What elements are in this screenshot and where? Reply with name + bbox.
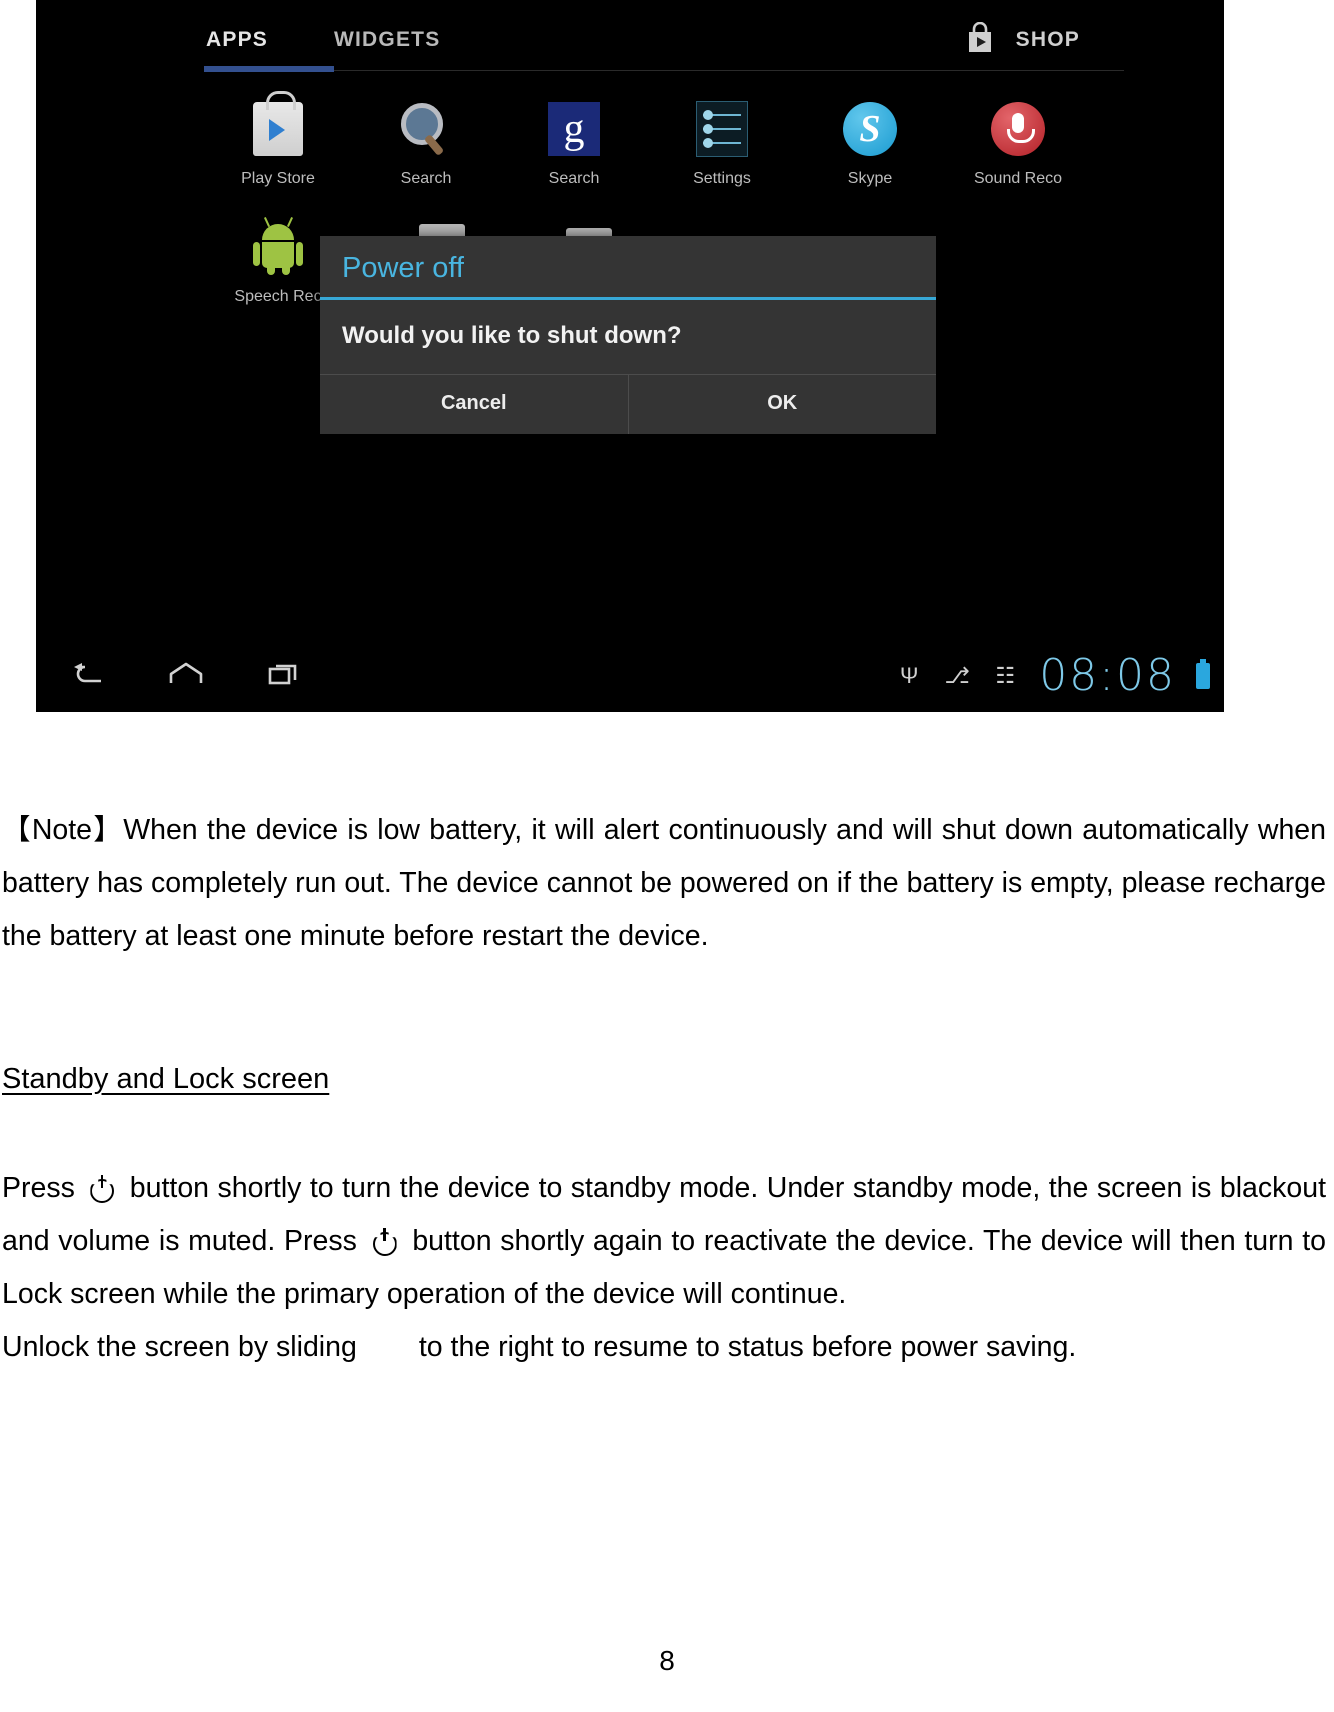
home-button[interactable] <box>164 652 208 696</box>
back-button[interactable] <box>66 652 110 696</box>
page-section-heading: Standby and Lock screen <box>2 1063 330 1095</box>
app-settings[interactable]: Settings <box>648 92 796 210</box>
unlock-paragraph: Unlock the screen by sliding to the right… <box>0 1321 1334 1374</box>
standby-text-1: Press <box>2 1172 75 1204</box>
app-label: Search <box>400 170 452 187</box>
app-search-magnifier[interactable]: Search <box>352 92 500 210</box>
settings-sliders-icon <box>691 98 753 160</box>
app-label: Sound Reco <box>973 170 1063 187</box>
dialog-title: Power off <box>342 252 464 284</box>
tab-widgets[interactable]: WIDGETS <box>334 28 440 52</box>
app-sound-recorder[interactable]: Sound Reco <box>944 92 1092 210</box>
system-bar: Ψ ⎇ ☷ 08:08 <box>36 644 1224 712</box>
google-search-icon: g <box>543 98 605 160</box>
battery-charging-icon[interactable] <box>1196 658 1210 689</box>
app-play-store[interactable]: Play Store <box>204 91 352 210</box>
status-icons: Ψ ⎇ ☷ 08:08 <box>895 650 1210 701</box>
app-search-google[interactable]: g Search <box>500 92 648 210</box>
unlock-text-1: Unlock the screen by sliding <box>2 1331 357 1363</box>
shop-bag-icon[interactable] <box>966 21 994 54</box>
note-paragraph: 【Note】When the device is low battery, it… <box>0 804 1334 963</box>
android-robot-icon <box>247 216 309 278</box>
app-drawer-tabbar: APPS WIDGETS SHOP <box>36 0 1224 78</box>
app-label: Play Store <box>241 170 315 187</box>
tab-apps[interactable]: APPS <box>206 28 268 52</box>
notification-icon[interactable]: ☷ <box>991 659 1019 693</box>
page-number: 8 <box>659 1645 675 1676</box>
app-label: Speech Rec <box>234 288 322 305</box>
power-button-icon <box>372 1228 398 1254</box>
usb-icon[interactable]: Ψ <box>895 659 923 693</box>
app-label: Skype <box>847 170 893 187</box>
power-off-dialog: Power off Would you like to shut down? C… <box>320 236 936 434</box>
power-button-icon <box>89 1175 115 1201</box>
tablet-screenshot: APPS WIDGETS SHOP Play Store Search g Se… <box>36 0 1224 712</box>
play-store-icon <box>247 91 309 160</box>
skype-icon: S <box>839 98 901 160</box>
app-skype[interactable]: S Skype <box>796 92 944 210</box>
note-text: When the device is low battery, it will … <box>2 814 1326 952</box>
ok-button[interactable]: OK <box>627 375 937 434</box>
standby-text-3: Press <box>284 1225 357 1257</box>
note-marker: 【Note】 <box>2 814 124 846</box>
cancel-button[interactable]: Cancel <box>320 375 628 434</box>
app-label: Settings <box>693 170 751 187</box>
app-row-1: Play Store Search g Search Settings S Sk… <box>204 91 1124 210</box>
dialog-button-row: Cancel OK <box>320 374 936 434</box>
sound-recorder-icon <box>987 98 1049 160</box>
dialog-message: Would you like to shut down? <box>342 322 682 349</box>
app-label: Search <box>548 170 600 187</box>
unlock-text-2: to the right to resume to status before … <box>418 1331 1077 1363</box>
sd-card-icon[interactable]: ⎇ <box>943 659 971 693</box>
navigation-buttons <box>66 652 306 696</box>
section-heading-wrap: Standby and Lock screen <box>0 1009 1334 1106</box>
magnifier-search-icon <box>395 98 457 160</box>
status-clock[interactable]: 08:08 <box>1039 650 1176 701</box>
document-body: 【Note】When the device is low battery, it… <box>0 712 1334 1374</box>
recents-button[interactable] <box>262 652 306 696</box>
active-tab-indicator <box>204 66 334 72</box>
shop-label[interactable]: SHOP <box>1016 28 1080 52</box>
standby-paragraph: Press button shortly to turn the device … <box>0 1162 1334 1321</box>
tabbar-divider <box>204 70 1124 71</box>
